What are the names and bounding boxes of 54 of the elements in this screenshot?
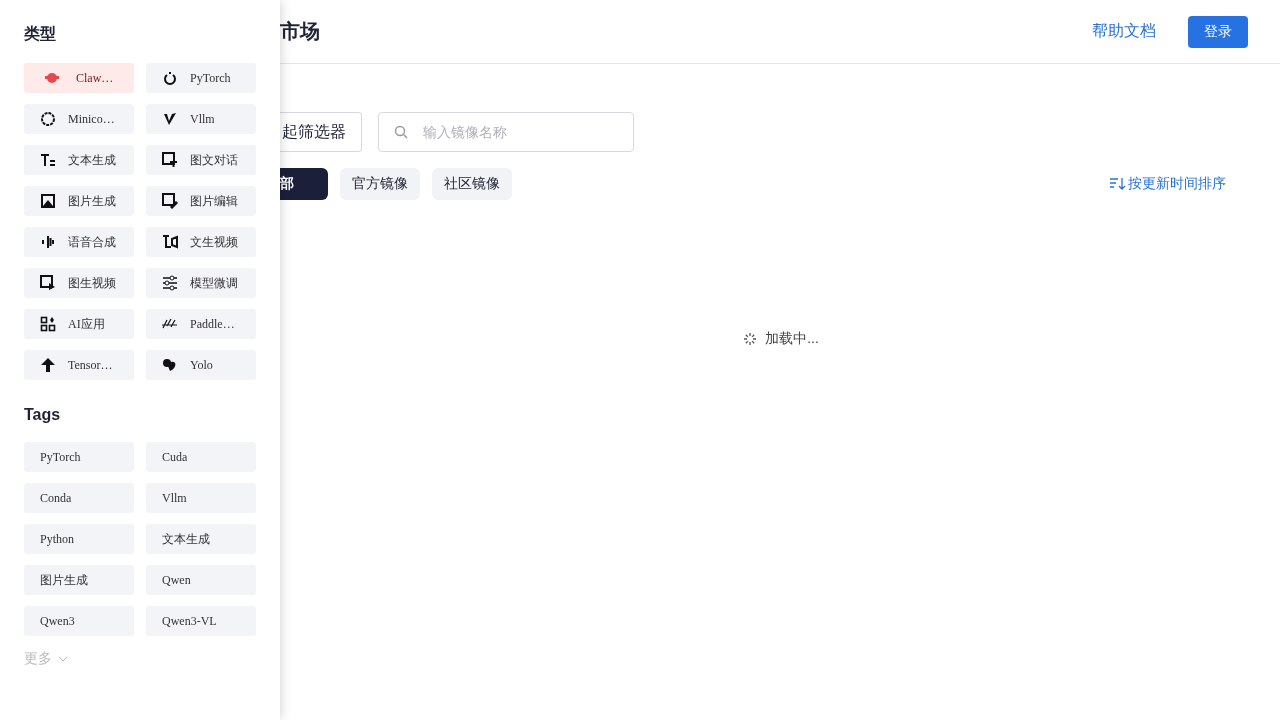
type-filter-chip[interactable]: Paddle… (146, 309, 256, 339)
v-icon (162, 111, 178, 127)
type-filter-chip[interactable]: 图片编辑 (146, 186, 256, 216)
tag-filter-chip[interactable]: Conda (24, 483, 134, 513)
tag-filter-chip[interactable]: Qwen3 (24, 606, 134, 636)
image-video-icon (40, 275, 56, 291)
tag-filter-chip[interactable]: Vllm (146, 483, 256, 513)
sort-icon (1110, 177, 1126, 191)
page-title: 市场 (280, 19, 320, 44)
tag-filter-chip[interactable]: Qwen3-VL (146, 606, 256, 636)
loading-text: 加载中... (765, 330, 819, 348)
login-button[interactable]: 登录 (1188, 15, 1248, 48)
chevron-down-icon (58, 656, 68, 662)
type-filter-chip[interactable]: Minico… (24, 104, 134, 134)
apps-icon (40, 316, 56, 332)
tag-filter-chip[interactable]: Cuda (146, 442, 256, 472)
type-filter-chip[interactable]: 图生视频 (24, 268, 134, 298)
tag-filter-chip[interactable]: 图片生成 (24, 565, 134, 595)
tag-filter-chip[interactable]: Python (24, 524, 134, 554)
tag-filter-chip[interactable]: 文本生成 (146, 524, 256, 554)
search-field[interactable]: 输入镜像名称 (378, 112, 634, 152)
help-docs-link[interactable]: 帮助文档 (1092, 21, 1156, 42)
sliders-icon (162, 275, 178, 291)
text-video-icon (162, 234, 178, 250)
spinner-icon (743, 332, 758, 346)
type-filter-chip[interactable]: PyTorch (146, 63, 256, 93)
type-filter-chip[interactable]: AI应用 (24, 309, 134, 339)
heart-icon (162, 357, 178, 373)
type-filter-chip[interactable]: 模型微调 (146, 268, 256, 298)
sort-button[interactable]: 按更新时间排序 (1104, 174, 1232, 194)
type-filter-chip[interactable]: Tensor… (24, 350, 134, 380)
ring-icon (40, 111, 56, 127)
source-tab[interactable]: 社区镜像 (432, 168, 512, 200)
image-icon (40, 193, 56, 209)
type-filter-chip[interactable]: Yolo (146, 350, 256, 380)
type-filter-chip[interactable]: Claw… (24, 63, 134, 93)
type-filter-chip[interactable]: 文本生成 (24, 145, 134, 175)
section-title: Tags (24, 406, 62, 424)
tag-filter-chip[interactable]: PyTorch (24, 442, 134, 472)
image-text-icon (162, 152, 178, 168)
image-edit-icon (162, 193, 178, 209)
type-filter-chip[interactable]: 语音合成 (24, 227, 134, 257)
section-title: 类型 (24, 24, 57, 44)
arrow-up-icon (40, 357, 56, 373)
text-icon (40, 152, 56, 168)
audio-wave-icon (40, 234, 56, 250)
type-filter-chip[interactable]: Vllm (146, 104, 256, 134)
source-tab[interactable]: 部 (280, 168, 328, 200)
type-filter-chip[interactable]: 图片生成 (24, 186, 134, 216)
tag-filter-chip[interactable]: Qwen (146, 565, 256, 595)
type-filter-chip[interactable]: 图文对话 (146, 145, 256, 175)
type-filter-chip[interactable]: 文生视频 (146, 227, 256, 257)
filter-toggle-button[interactable]: 起筛选器 (280, 112, 362, 152)
source-tab[interactable]: 官方镜像 (340, 168, 420, 200)
